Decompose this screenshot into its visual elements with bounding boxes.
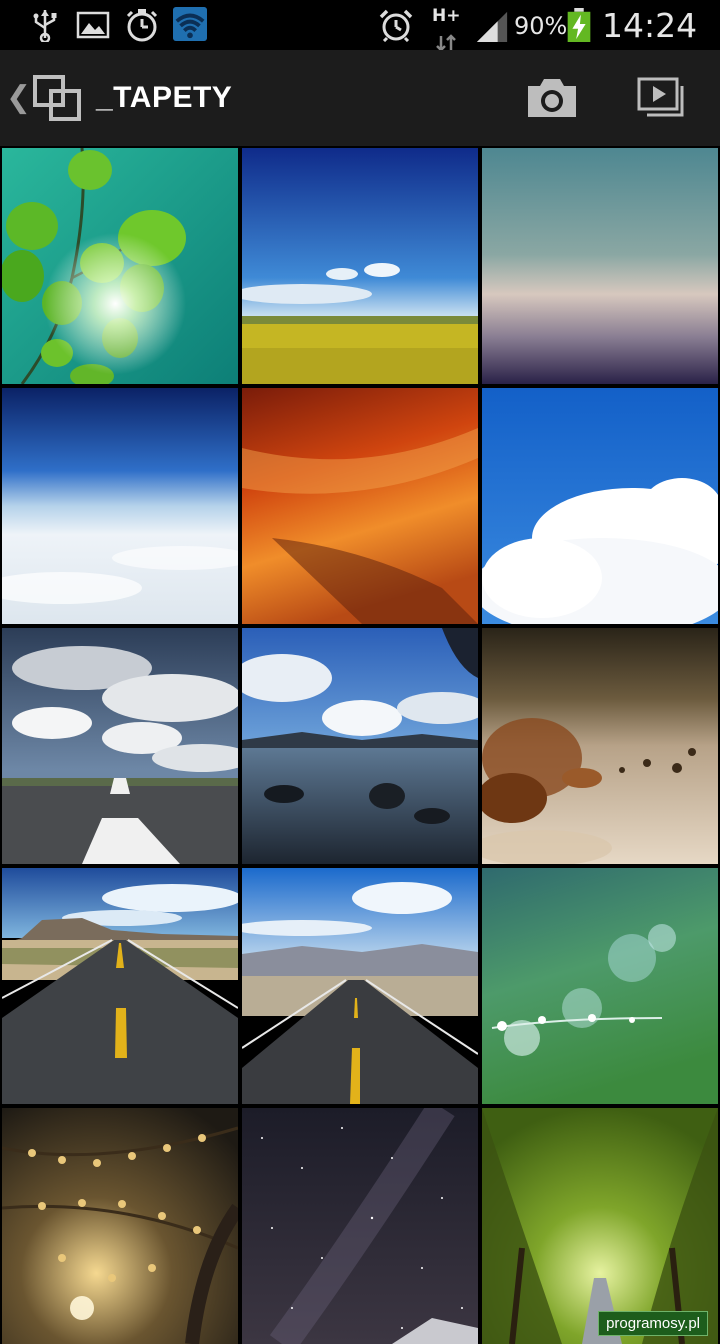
thumbnail-autumn-leaves[interactable] — [482, 628, 718, 864]
action-bar: ❮ _TAPETY — [0, 50, 720, 146]
thumbnail-orange-sky[interactable] — [242, 388, 478, 624]
thumbnail-white-cloud[interactable] — [482, 388, 718, 624]
usb-icon — [33, 10, 57, 42]
signal-icon — [476, 11, 508, 43]
thumbnail-gradient[interactable] — [482, 148, 718, 384]
slideshow-icon[interactable] — [636, 76, 690, 120]
thumbnail-green-bokeh[interactable] — [482, 868, 718, 1104]
status-bar: H+ 90% 14:24 — [0, 0, 720, 52]
thumbnail-starry-sky[interactable] — [242, 1108, 478, 1344]
camera-icon[interactable] — [524, 76, 580, 120]
thumbnail-road-mountains[interactable] — [242, 868, 478, 1104]
network-type-label: H+ — [432, 6, 461, 26]
thumbnail-lake-rocks[interactable] — [242, 628, 478, 864]
wifi-icon — [173, 7, 207, 41]
album-stack-icon[interactable] — [32, 74, 82, 122]
thumbnail-grid: programosy.pl — [0, 146, 720, 1344]
watermark-label: programosy.pl — [598, 1311, 708, 1336]
back-caret-icon[interactable]: ❮ — [6, 80, 31, 116]
battery-charging-icon — [567, 8, 591, 42]
battery-percent: 90% — [514, 12, 568, 40]
page-title: _TAPETY — [96, 81, 233, 114]
thumbnail-stormy-road[interactable] — [2, 628, 238, 864]
clock: 14:24 — [602, 6, 698, 45]
stopwatch-icon — [126, 9, 158, 42]
thumbnail-tree-tunnel[interactable]: programosy.pl — [482, 1108, 718, 1344]
image-notification-icon — [76, 11, 110, 39]
thumbnail-green-leaves[interactable] — [2, 148, 238, 384]
thumbnail-desert-highway[interactable] — [2, 868, 238, 1104]
thumbnail-golden-branches[interactable] — [2, 1108, 238, 1344]
alarm-icon — [379, 9, 413, 42]
thumbnail-rapeseed-field[interactable] — [242, 148, 478, 384]
thumbnail-above-clouds[interactable] — [2, 388, 238, 624]
